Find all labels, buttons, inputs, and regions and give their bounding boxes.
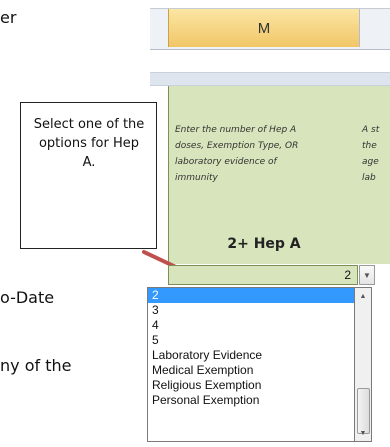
arrow-down-icon[interactable]: ▼	[355, 425, 371, 441]
document-text-fragment-2: o-Date	[0, 288, 55, 307]
dropdown-scrollbar[interactable]: ▲ ▼	[355, 287, 372, 442]
dropdown-option[interactable]: Personal Exemption	[148, 393, 354, 408]
dropdown-option[interactable]: 4	[148, 318, 354, 333]
arrow-up-icon[interactable]: ▲	[355, 288, 371, 304]
document-text-fragment-1: er	[0, 8, 17, 27]
callout-box: Select one of the options for Hep A.	[20, 102, 157, 249]
next-column-fragment-3: age	[362, 157, 379, 167]
grid-row-divider	[150, 72, 390, 86]
next-column-fragment-4: lab	[362, 173, 376, 183]
instruction-line-4: immunity	[175, 173, 218, 183]
document-text-fragment-3: ny of the	[0, 356, 72, 375]
dropdown-list[interactable]: 2 3 4 5 Laboratory Evidence Medical Exem…	[147, 287, 355, 442]
chevron-down-icon: ▼	[363, 270, 371, 280]
instruction-cell[interactable]: Enter the number of Hep A doses, Exempti…	[168, 86, 360, 264]
next-column-cell[interactable]: A st the age lab	[359, 86, 390, 264]
instruction-line-3: laboratory evidence of	[175, 157, 277, 167]
column-header-next[interactable]	[359, 9, 390, 47]
dropdown-option[interactable]: 3	[148, 303, 354, 318]
instruction-line-1: Enter the number of Hep A	[175, 125, 297, 135]
dropdown-option[interactable]: Religious Exemption	[148, 378, 354, 393]
dropdown-option[interactable]: 2	[148, 288, 354, 303]
dropdown-button[interactable]: ▼	[359, 265, 375, 285]
next-column-fragment-1: A st	[362, 125, 380, 135]
dropdown-option[interactable]: Laboratory Evidence	[148, 348, 354, 363]
next-column-fragment-2: the	[362, 141, 377, 151]
column-header-m[interactable]: M	[168, 9, 360, 47]
dropdown-option[interactable]: Medical Exemption	[148, 363, 354, 378]
hep-a-value-cell[interactable]: 2	[168, 265, 358, 285]
callout-text: Select one of the options for Hep A.	[33, 117, 145, 170]
instruction-line-2: doses, Exemption Type, OR	[175, 141, 299, 151]
dropdown-option[interactable]: 5	[148, 333, 354, 348]
